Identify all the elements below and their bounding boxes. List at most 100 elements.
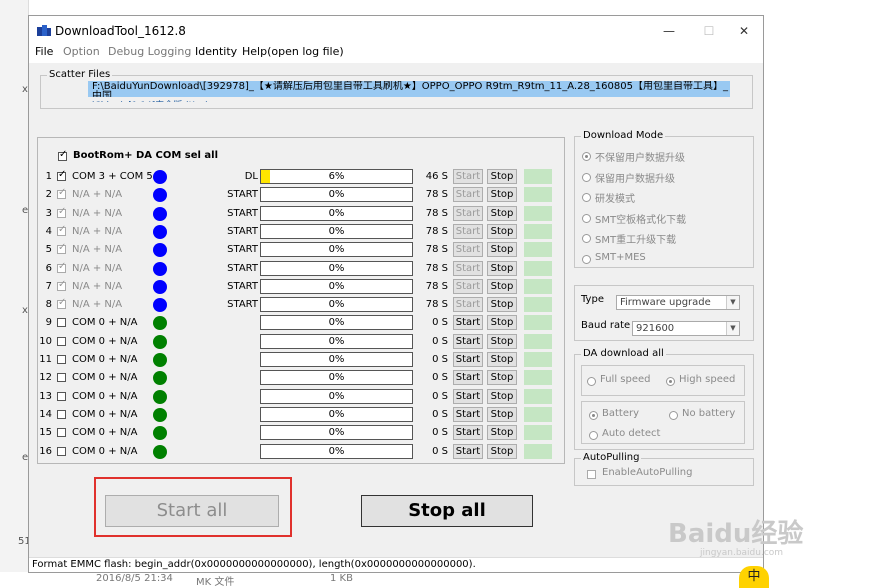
chevron-down-icon: ▼ xyxy=(726,296,739,309)
row-start-button[interactable]: Start xyxy=(453,425,483,441)
row-checkbox[interactable] xyxy=(57,391,66,401)
row-stop-button[interactable]: Stop xyxy=(487,333,517,349)
row-checkbox[interactable] xyxy=(57,206,66,218)
row-start-button[interactable]: Start xyxy=(453,388,483,404)
progress-bar: 0% xyxy=(260,388,413,404)
row-start-button[interactable]: Start xyxy=(453,278,483,294)
row-stop-button[interactable]: Stop xyxy=(487,242,517,258)
row-stop-button[interactable]: Stop xyxy=(487,406,517,422)
status-dot-icon xyxy=(153,261,167,276)
row-stop-button[interactable]: Stop xyxy=(487,352,517,367)
row-time: 0 S xyxy=(432,445,448,457)
row-port: COM 0 + N/A xyxy=(72,354,138,365)
row-result-box xyxy=(524,187,552,203)
download-mode-radio[interactable] xyxy=(582,255,591,264)
row-checkbox[interactable] xyxy=(57,279,66,291)
row-status: START xyxy=(227,280,258,292)
download-mode-radio[interactable] xyxy=(582,234,591,244)
row-start-button[interactable]: Start xyxy=(453,352,483,367)
row-checkbox[interactable] xyxy=(57,446,66,456)
status-dot-icon xyxy=(153,224,167,239)
row-status: START xyxy=(227,299,258,311)
row-start-button[interactable]: Start xyxy=(453,242,483,258)
row-start-button[interactable]: Start xyxy=(453,205,483,221)
port-row: 4 N/A + N/A START 0% 78 S StartStop xyxy=(38,223,564,241)
row-port: COM 0 + N/A xyxy=(72,427,138,439)
auto-detect-radio[interactable] xyxy=(589,431,598,440)
full-speed-radio[interactable] xyxy=(587,377,596,386)
row-number: 5 xyxy=(45,244,52,256)
row-stop-button[interactable]: Stop xyxy=(487,297,517,313)
row-start-button[interactable]: Start xyxy=(453,333,483,349)
row-stop-button[interactable]: Stop xyxy=(487,260,517,276)
row-start-button[interactable]: Start xyxy=(453,370,483,386)
bootrom-select-all-checkbox[interactable] xyxy=(58,149,67,161)
row-checkbox[interactable] xyxy=(57,261,66,273)
minimize-button[interactable]: — xyxy=(654,21,684,41)
row-stop-button[interactable]: Stop xyxy=(487,223,517,239)
row-checkbox[interactable] xyxy=(57,355,66,364)
row-stop-button[interactable]: Stop xyxy=(487,205,517,221)
row-stop-button[interactable]: Stop xyxy=(487,425,517,441)
row-stop-button[interactable]: Stop xyxy=(487,169,517,184)
row-checkbox[interactable] xyxy=(57,187,66,200)
row-stop-button[interactable]: Stop xyxy=(487,187,517,203)
menu-help[interactable]: Help(open log file) xyxy=(242,45,344,58)
download-mode-radio[interactable] xyxy=(582,152,591,161)
row-start-button[interactable]: Start xyxy=(453,187,483,203)
bootrom-select-all-label: BootRom+ DA COM sel all xyxy=(73,150,219,161)
status-dot-icon xyxy=(153,426,167,441)
status-dot-icon xyxy=(153,188,167,203)
row-checkbox[interactable] xyxy=(57,169,66,181)
port-row: 10 COM 0 + N/A 0% 0 S Start Stop xyxy=(38,333,564,351)
maximize-button[interactable]: ☐ xyxy=(694,21,724,41)
row-start-button[interactable]: Start xyxy=(453,443,483,459)
close-button[interactable]: ✕ xyxy=(729,21,759,41)
row-start-button[interactable]: Start xyxy=(453,223,483,239)
menu-option[interactable]: Option xyxy=(63,45,100,58)
stop-all-button[interactable]: Stop all xyxy=(361,495,533,527)
row-stop-button[interactable]: Stop xyxy=(487,388,517,404)
row-start-button[interactable]: Start xyxy=(453,406,483,422)
download-mode-radio[interactable] xyxy=(582,213,591,223)
row-checkbox[interactable] xyxy=(57,373,66,383)
menu-debug-logging[interactable]: Debug Logging xyxy=(108,45,191,58)
row-port: COM 0 + N/A xyxy=(72,390,138,402)
download-mode-radio[interactable] xyxy=(582,172,591,182)
row-checkbox[interactable] xyxy=(57,242,66,255)
row-stop-button[interactable]: Stop xyxy=(487,278,517,294)
battery-radio[interactable] xyxy=(589,411,598,420)
row-checkbox[interactable] xyxy=(57,318,66,328)
row-start-button[interactable]: Start xyxy=(453,169,483,184)
row-start-button[interactable]: Start xyxy=(453,260,483,276)
type-select[interactable]: Firmware upgrade ▼ xyxy=(616,295,740,310)
progress-bar: 0% xyxy=(260,333,413,349)
baud-rate-select[interactable]: 921600 ▼ xyxy=(632,321,740,336)
baud-rate-value: 921600 xyxy=(636,323,675,334)
download-mode-label: 不保留用户数据升级 xyxy=(595,153,685,164)
no-battery-radio[interactable] xyxy=(669,411,678,420)
scatter-path-line2: (China)_[1.14]安全版 (Key) 2016080518...MT6… xyxy=(91,98,291,102)
high-speed-radio[interactable] xyxy=(666,377,675,386)
status-dot-icon xyxy=(153,243,167,258)
row-checkbox[interactable] xyxy=(57,409,66,419)
window-title: DownloadTool_1612.8 xyxy=(55,24,186,38)
download-mode-radio[interactable] xyxy=(582,193,591,203)
row-stop-button[interactable]: Stop xyxy=(487,315,517,331)
enable-autopulling-checkbox[interactable] xyxy=(587,470,596,479)
row-start-button[interactable]: Start xyxy=(453,315,483,331)
menu-file[interactable]: File xyxy=(35,45,53,58)
menu-identity[interactable]: Identity xyxy=(195,45,237,58)
ime-indicator[interactable]: 中 xyxy=(739,566,769,588)
row-stop-button[interactable]: Stop xyxy=(487,370,517,386)
row-stop-button[interactable]: Stop xyxy=(487,443,517,459)
progress-percent: 0% xyxy=(328,372,345,384)
row-checkbox[interactable] xyxy=(57,336,66,346)
status-dot-icon xyxy=(153,206,167,221)
scatter-path-field[interactable]: F:\BaiduYunDownload\[392978]_【★请解压后用包里自带… xyxy=(88,81,730,97)
row-checkbox[interactable] xyxy=(57,224,66,236)
row-checkbox[interactable] xyxy=(57,428,66,438)
row-start-button[interactable]: Start xyxy=(453,297,483,313)
row-result-box xyxy=(524,260,552,276)
row-checkbox[interactable] xyxy=(57,297,66,310)
